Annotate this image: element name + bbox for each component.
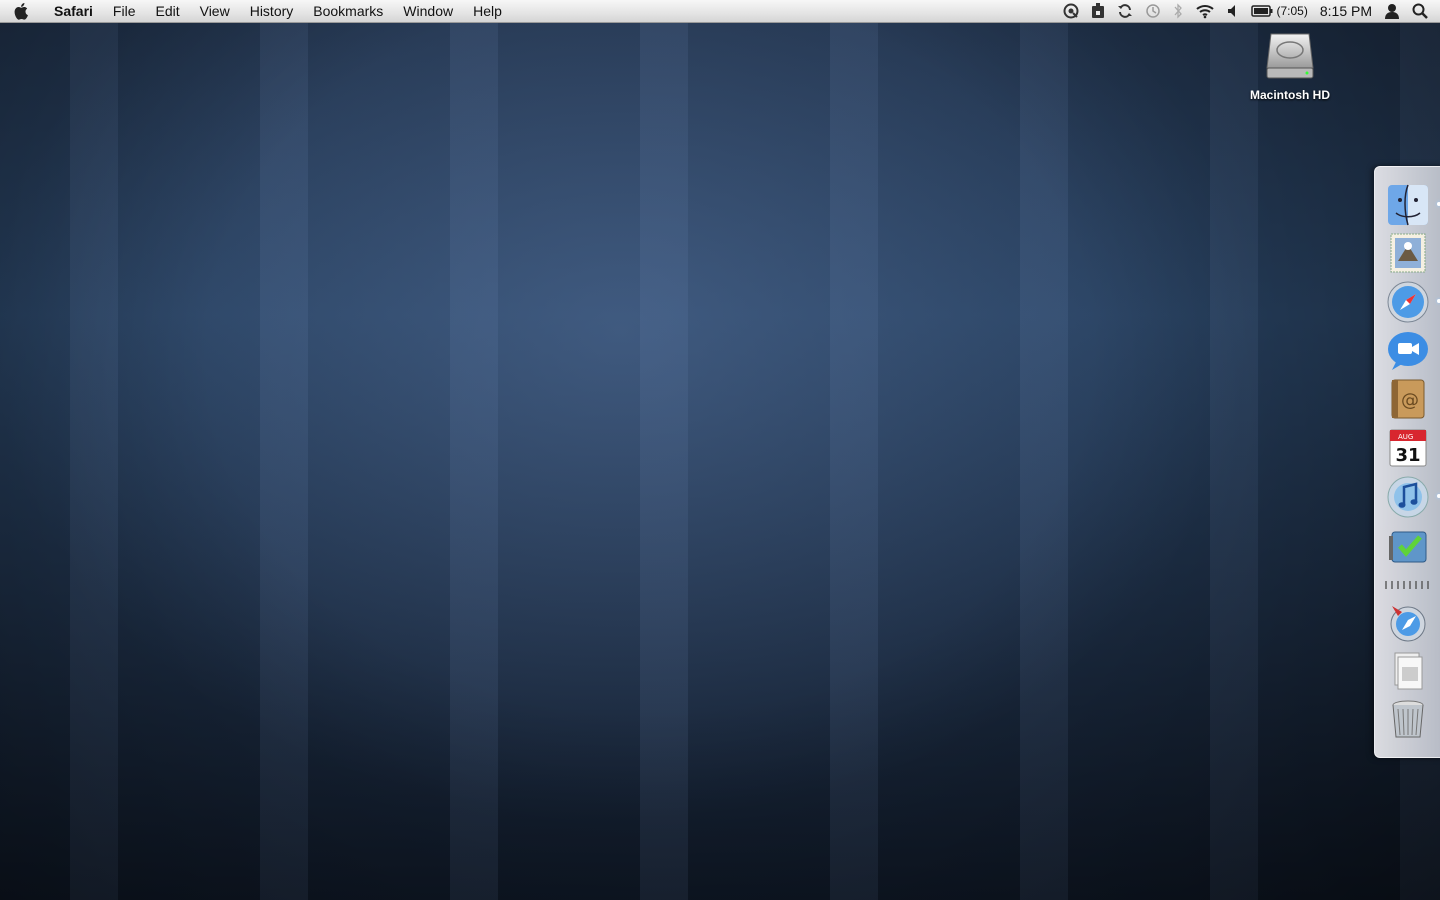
dock-item-applications[interactable] <box>1384 598 1432 646</box>
itunes-icon <box>1387 476 1429 518</box>
dock-separator <box>1385 581 1433 589</box>
safari-icon <box>1387 281 1429 323</box>
clock[interactable]: 8:15 PM <box>1320 0 1372 22</box>
dock-item-finder[interactable] <box>1384 181 1440 229</box>
menu-file[interactable]: File <box>103 0 146 22</box>
dock: @ AUG 31 <box>1374 166 1440 758</box>
dock-item-ichat[interactable] <box>1384 327 1432 375</box>
spotlight-icon[interactable] <box>1412 0 1428 22</box>
sync-icon[interactable] <box>1117 0 1133 22</box>
hard-drive-icon <box>1266 33 1314 79</box>
dock-item-documents[interactable] <box>1384 647 1432 695</box>
desktop-item-label: Macintosh HD <box>1249 88 1330 102</box>
dock-item-trash[interactable] <box>1384 695 1432 743</box>
apple-menu-icon[interactable] <box>0 0 44 22</box>
menu-help[interactable]: Help <box>463 0 512 22</box>
dock-item-things[interactable] <box>1384 522 1432 570</box>
quicksilver-icon[interactable] <box>1063 0 1079 22</box>
documents-stack-icon <box>1394 652 1423 690</box>
battery-time: (7:05) <box>1276 4 1308 18</box>
dock-item-address-book[interactable]: @ <box>1384 375 1432 423</box>
things-icon <box>1389 531 1427 563</box>
menu-app-safari[interactable]: Safari <box>44 0 103 22</box>
menu-history[interactable]: History <box>240 0 304 22</box>
address-book-icon: @ <box>1391 379 1425 419</box>
dock-item-ical[interactable]: AUG 31 <box>1384 424 1432 472</box>
ichat-icon <box>1388 332 1428 370</box>
time-machine-icon[interactable] <box>1145 0 1161 22</box>
svg-text:@: @ <box>1401 390 1419 411</box>
desktop-wallpaper[interactable] <box>0 0 1440 900</box>
ical-day: 31 <box>1395 445 1420 466</box>
dock-item-safari[interactable] <box>1384 278 1440 326</box>
user-icon[interactable] <box>1384 0 1400 22</box>
desktop-item-macintosh-hd[interactable]: Macintosh HD <box>1240 28 1340 102</box>
dock-item-itunes[interactable] <box>1384 473 1440 521</box>
menu-view[interactable]: View <box>190 0 240 22</box>
volume-icon[interactable] <box>1227 0 1239 22</box>
menu-edit[interactable]: Edit <box>145 0 189 22</box>
menu-window[interactable]: Window <box>393 0 463 22</box>
battery-icon[interactable]: (7:05) <box>1250 0 1308 22</box>
finder-icon <box>1388 184 1428 226</box>
menu-bar: Safari File Edit View History Bookmarks … <box>0 0 1440 23</box>
trash-icon <box>1392 700 1424 738</box>
ical-icon: AUG 31 <box>1389 429 1427 467</box>
dock-item-mail[interactable] <box>1384 229 1432 277</box>
ical-month: AUG <box>1398 433 1413 441</box>
mail-icon <box>1390 233 1426 273</box>
wifi-icon[interactable] <box>1195 0 1215 22</box>
menu-bookmarks[interactable]: Bookmarks <box>303 0 393 22</box>
bluetooth-icon[interactable] <box>1173 0 1183 22</box>
archive-icon[interactable] <box>1091 0 1105 22</box>
applications-folder-icon <box>1390 606 1426 642</box>
